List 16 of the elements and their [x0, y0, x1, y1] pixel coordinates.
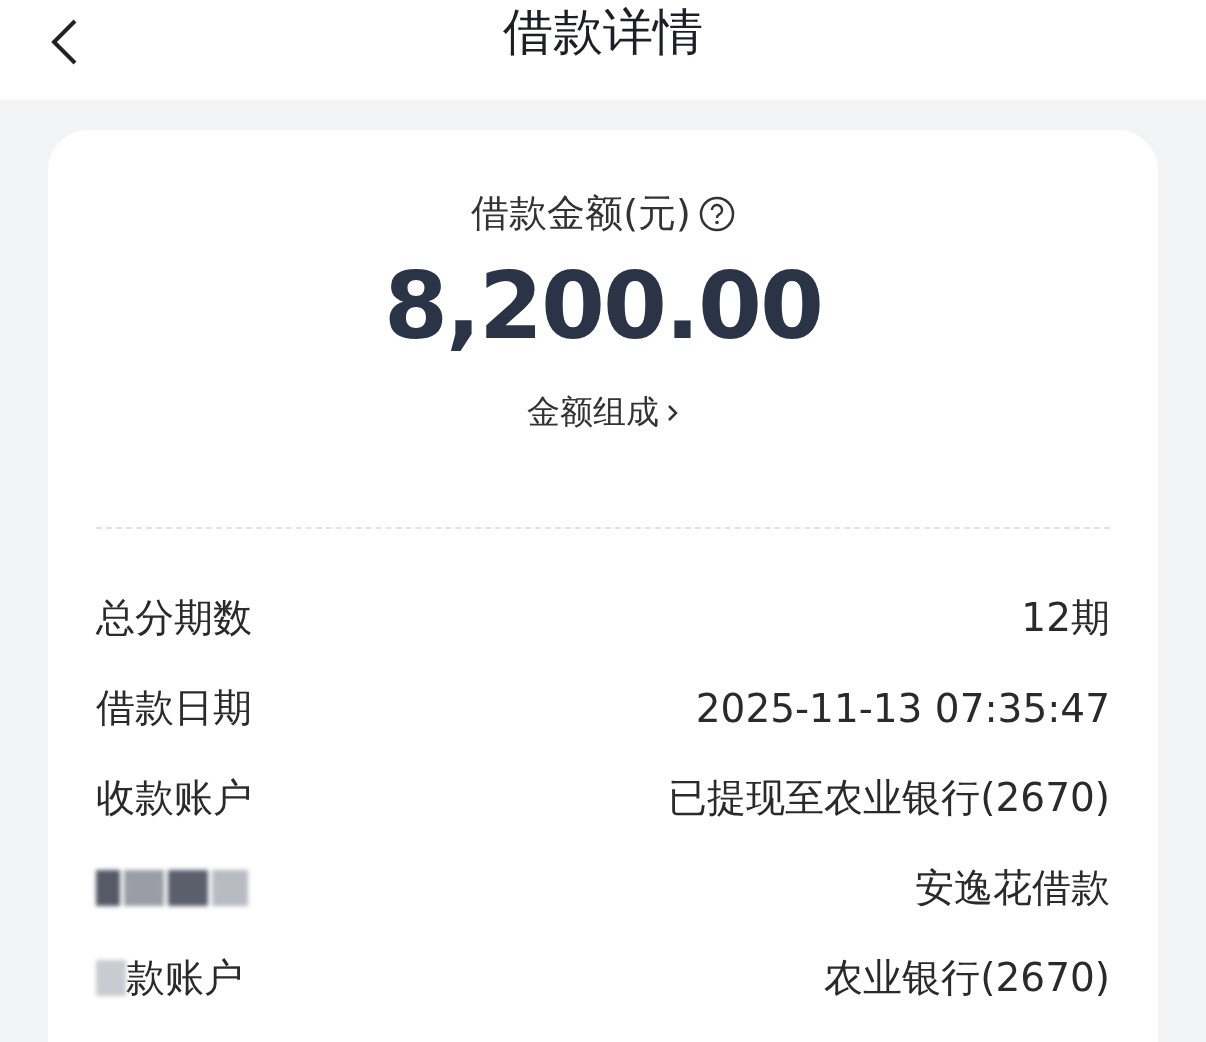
row-value: 12期 [1021, 594, 1110, 642]
row-label: 总分期数 [96, 594, 252, 642]
row-label: 款账户 [126, 954, 243, 1002]
loan-amount: 8,200.00 [383, 253, 823, 360]
row-value: 2025-11-13 07:35:47 [695, 685, 1110, 731]
row-label: 收款账户 [96, 774, 252, 822]
row-value: 农业银行(2670) [824, 954, 1110, 1002]
chevron-right-icon [667, 402, 679, 423]
help-icon[interactable] [698, 195, 735, 232]
amount-label: 借款金额(元) [471, 190, 691, 237]
redacted-label [96, 960, 126, 996]
row-value: 已提现至农业银行(2670) [668, 774, 1110, 822]
row-value: 安逸花借款 [915, 864, 1110, 912]
breakdown-link[interactable]: 金额组成 [527, 390, 679, 435]
row-label: 借款日期 [96, 684, 252, 732]
page-title: 借款详情 [503, 1, 703, 63]
